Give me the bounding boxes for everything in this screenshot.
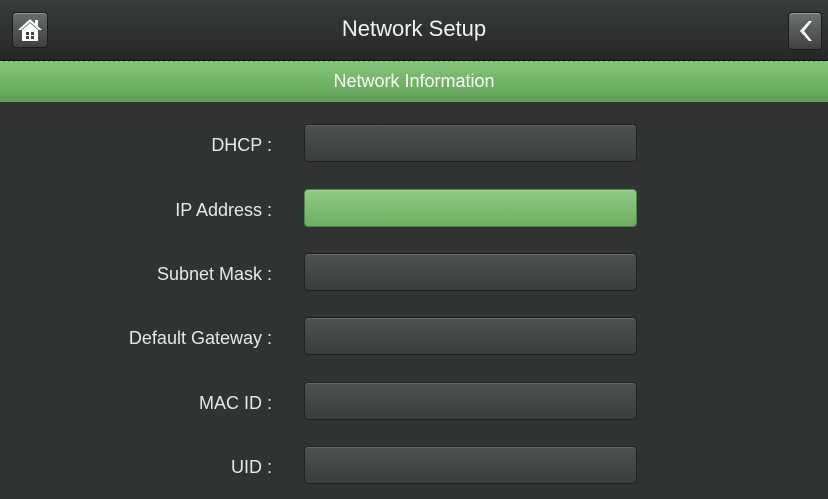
section-header: Network Information <box>0 61 828 102</box>
ip-address-label: IP Address : <box>175 200 272 220</box>
chevron-left-icon <box>800 21 812 41</box>
page-title: Network Setup <box>341 16 487 41</box>
top-bar: Network Setup <box>0 0 828 61</box>
dhcp-field[interactable] <box>304 124 637 162</box>
dhcp-label: DHCP : <box>211 135 272 155</box>
subnet-mask-field[interactable] <box>304 253 637 291</box>
section-title: Network Information <box>333 71 495 91</box>
ip-address-field[interactable] <box>304 189 637 227</box>
mac-id-label: MAC ID : <box>198 393 272 413</box>
default-gateway-label: Default Gateway : <box>128 328 272 348</box>
default-gateway-field[interactable] <box>304 317 637 355</box>
back-button[interactable] <box>788 12 822 50</box>
uid-field[interactable] <box>304 446 637 484</box>
mac-id-field[interactable] <box>304 382 637 420</box>
network-setup-screen: Network Setup Network Information DHCP :… <box>0 0 828 499</box>
subnet-mask-label: Subnet Mask : <box>156 264 272 284</box>
uid-label: UID : <box>230 457 272 477</box>
